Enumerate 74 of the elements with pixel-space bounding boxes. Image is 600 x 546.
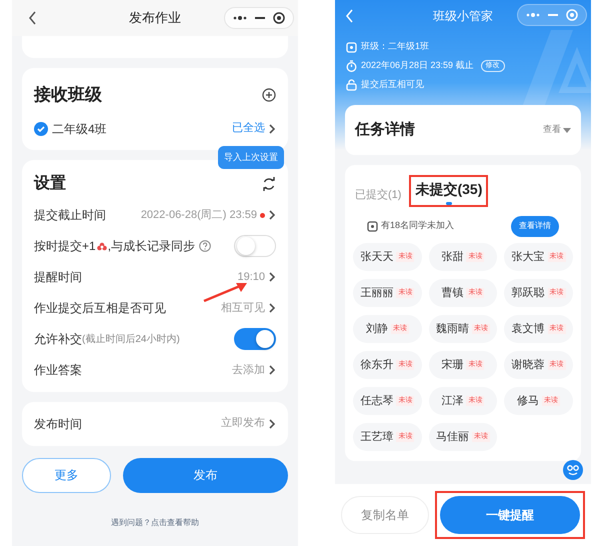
publish-button[interactable]: 发布 [123, 458, 288, 492]
chevron-icon [268, 418, 276, 428]
chevron-icon [268, 272, 276, 282]
section-title: 任务详情 [355, 120, 415, 140]
student-name: 张天天 [360, 250, 394, 265]
more-icon [233, 15, 247, 21]
remind-button[interactable]: 一键提醒 [440, 496, 580, 534]
student-name: 马佳丽 [436, 430, 469, 445]
chevron-icon [268, 210, 276, 220]
setting-label: 发布时间 [34, 416, 82, 432]
badge-icon [367, 220, 378, 232]
student-name: 江泽 [441, 394, 464, 409]
lock-icon [346, 79, 357, 91]
student-name: 张甜 [441, 250, 464, 265]
notice-text: 有18名同学未加入 [381, 219, 454, 232]
flower-icon [96, 242, 107, 250]
select-all-link[interactable]: 已全选 [232, 120, 265, 137]
student-name: 修马 [517, 394, 540, 409]
setting-label: ,与成长记录同步 [108, 238, 196, 255]
student-name: 袁文博 [512, 322, 545, 337]
details-button[interactable]: 查看详情 [511, 216, 559, 236]
close-icon [273, 12, 285, 24]
section-title: 设置 [34, 174, 66, 194]
setting-label: 提醒时间 [34, 269, 82, 286]
info-text: 2022年06月28日 23:59 截止 [361, 59, 474, 72]
tooltip: 导入上次设置 [218, 146, 284, 169]
student-name: 徐东升 [360, 358, 394, 373]
student-name: 郭跃聪 [512, 286, 545, 301]
page-title: 发布作业 [129, 9, 181, 28]
student-name: 任志琴 [360, 394, 394, 409]
copy-list-button[interactable]: 复制名单 [341, 496, 429, 534]
assistant-button[interactable] [563, 460, 583, 480]
face-glyph-icon [567, 464, 579, 476]
student-name: 张大宝 [512, 250, 545, 265]
stopwatch-icon [346, 60, 357, 72]
help-link[interactable]: 遇到问题？点击查看帮助 [22, 516, 288, 528]
refresh-icon[interactable] [262, 176, 276, 190]
student-name: 刘静 [366, 322, 388, 337]
setting-label: 允许补交 [34, 331, 82, 348]
back-icon[interactable] [28, 11, 37, 25]
minimize-icon [255, 17, 265, 19]
class-name: 二年级4班 [52, 120, 107, 138]
toggle-switch[interactable] [234, 235, 276, 257]
setting-label: 按时提交+1 [34, 238, 96, 255]
page-title: 班级小管家 [433, 8, 493, 24]
close-icon [566, 9, 578, 21]
student-name: 曹镇 [441, 286, 464, 301]
minimize-icon [548, 14, 558, 16]
chevron-icon [268, 365, 276, 375]
student-name: 王艺璋 [360, 430, 394, 445]
student-name: 谢晓蓉 [512, 358, 545, 373]
chevron-icon [268, 124, 276, 134]
add-icon [262, 88, 276, 102]
info-text: 班级：二年级1班 [361, 40, 430, 54]
annotation-arrow [204, 283, 247, 302]
tab[interactable]: 未提交(35) [415, 179, 482, 205]
more-button[interactable]: 更多 [22, 458, 111, 492]
caret-icon [563, 128, 571, 132]
badge-icon [346, 41, 357, 53]
help-icon [199, 240, 212, 252]
setting-label: 作业提交后互相是否可见 [34, 300, 166, 317]
more-icon [526, 12, 540, 18]
setting-label: 提交截止时间 [34, 207, 106, 224]
student-name: 魏雨晴 [436, 322, 469, 337]
student-name: 宋珊 [441, 358, 464, 373]
student-name: 王丽丽 [360, 286, 394, 301]
setting-note: (截止时间后24小时内) [82, 332, 180, 346]
chevron-icon [268, 303, 276, 313]
view-dropdown[interactable]: 查看 [543, 123, 561, 137]
toggle-switch[interactable] [234, 328, 276, 350]
checkbox[interactable] [34, 122, 48, 136]
section-title: 接收班级 [34, 84, 102, 106]
info-text: 提交后互相可见 [361, 78, 424, 92]
setting-label: 作业答案 [34, 362, 82, 379]
